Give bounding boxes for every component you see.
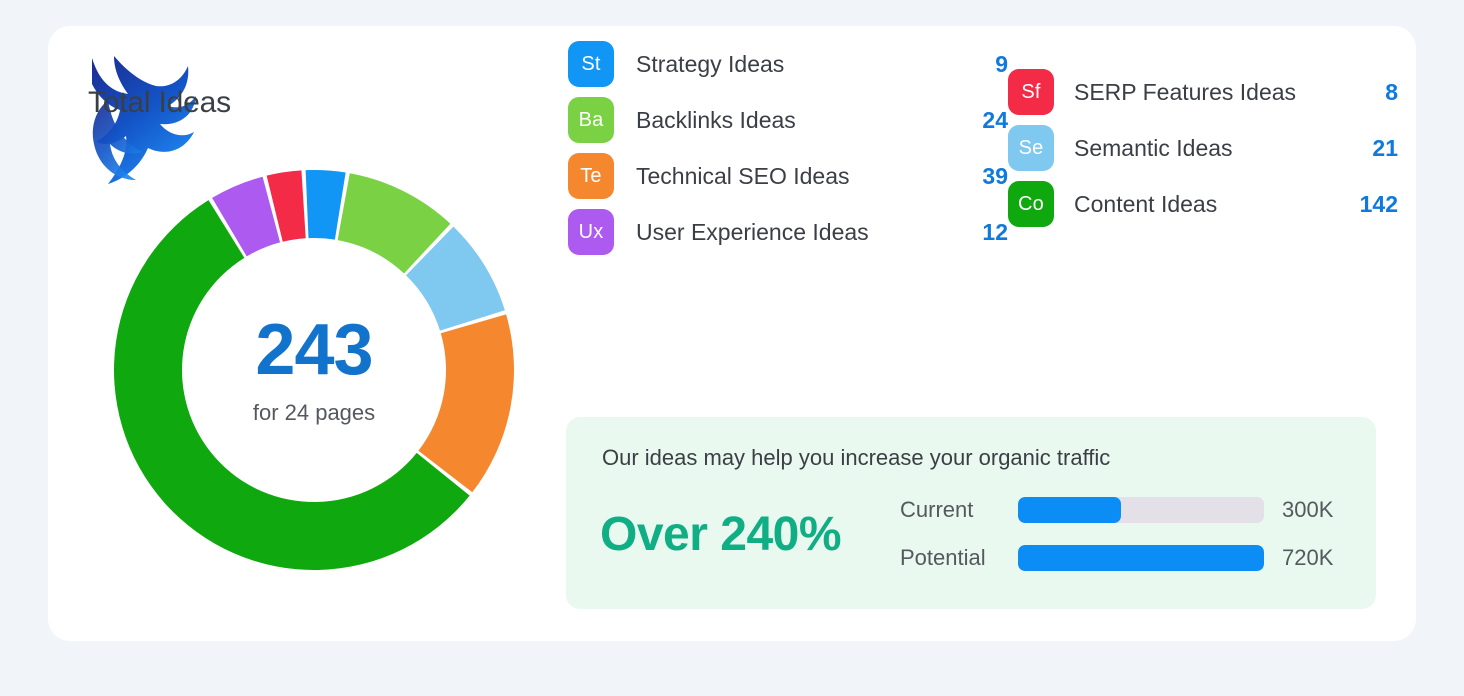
traffic-bars: Current 300K Potential 720K — [900, 495, 1342, 573]
legend-item-label: SERP Features Ideas — [1074, 78, 1297, 105]
donut-subtitle: for 24 pages — [252, 400, 376, 425]
legend-item[interactable]: Ux User Experience Ideas 12 — [568, 204, 1008, 260]
legend-item-value: 24 — [982, 106, 1008, 133]
traffic-bar-row: Current 300K — [900, 495, 1342, 525]
legend: St Strategy Ideas 9 Ba Backlinks Ideas 24 Te Te… — [568, 41, 1398, 255]
legend-badge-ba: Ba — [568, 97, 614, 143]
legend-item-label: Backlinks Ideas — [636, 106, 796, 133]
traffic-increase-value: Over 240% — [600, 507, 842, 561]
legend-item-value: 8 — [1385, 78, 1398, 105]
legend-item-label: Semantic Ideas — [1074, 134, 1233, 161]
traffic-bar-row: Potential 720K — [900, 543, 1342, 573]
traffic-bar-value: 300K — [1282, 497, 1334, 522]
legend-item[interactable]: Ba Backlinks Ideas 24 — [568, 92, 1008, 148]
legend-item[interactable]: Co Content Ideas 142 — [1008, 176, 1398, 232]
legend-item-value: 39 — [982, 162, 1008, 189]
page-title: Total Ideas — [88, 86, 231, 119]
legend-badge-ux: Ux — [568, 209, 614, 255]
legend-badge-se: Se — [1008, 125, 1054, 171]
legend-column-right: Sf SERP Features Ideas 8 Se Semantic Ideas 21… — [1008, 64, 1398, 232]
page-root: Total Ideas 243 for 24 pages St Strategy … — [0, 0, 1464, 696]
legend-item-label: User Experience Ideas — [636, 218, 869, 245]
legend-badge-te: Te — [568, 153, 614, 199]
total-ideas-card: Total Ideas 243 for 24 pages St Strategy … — [48, 26, 1416, 641]
legend-item[interactable]: St Strategy Ideas 9 — [568, 36, 1008, 92]
legend-badge-sf: Sf — [1008, 69, 1054, 115]
legend-item-value: 12 — [982, 218, 1008, 245]
traffic-bar-label: Potential — [900, 545, 986, 570]
organic-traffic-panel: Our ideas may help you increase your org… — [566, 417, 1376, 609]
traffic-headline: Our ideas may help you increase your org… — [602, 445, 1111, 470]
traffic-body: Over 240% Current 300K Potential 720K — [600, 495, 1342, 573]
legend-item-label: Strategy Ideas — [636, 50, 785, 77]
traffic-bar-fill — [1018, 497, 1121, 523]
legend-item[interactable]: Te Technical SEO Ideas 39 — [568, 148, 1008, 204]
legend-item-value: 21 — [1372, 134, 1398, 161]
legend-item-label: Content Ideas — [1074, 190, 1218, 217]
legend-item[interactable]: Sf SERP Features Ideas 8 — [1008, 64, 1398, 120]
legend-item[interactable]: Se Semantic Ideas 21 — [1008, 120, 1398, 176]
legend-badge-st: St — [568, 41, 614, 87]
donut-center-labels: 243 for 24 pages — [88, 144, 540, 596]
traffic-bar-value: 720K — [1282, 545, 1334, 570]
traffic-bar-track — [1018, 545, 1264, 571]
legend-item-label: Technical SEO Ideas — [636, 162, 850, 189]
traffic-bar-fill — [1018, 545, 1264, 571]
legend-item-value: 9 — [995, 50, 1008, 77]
donut-chart: 243 for 24 pages — [88, 144, 540, 596]
donut-total-value: 243 — [255, 310, 373, 390]
legend-item-value: 142 — [1359, 190, 1398, 217]
legend-badge-co: Co — [1008, 181, 1054, 227]
legend-column-left: St Strategy Ideas 9 Ba Backlinks Ideas 24 Te Te… — [568, 36, 1008, 260]
traffic-bar-track — [1018, 497, 1264, 523]
traffic-bar-label: Current — [900, 497, 974, 522]
